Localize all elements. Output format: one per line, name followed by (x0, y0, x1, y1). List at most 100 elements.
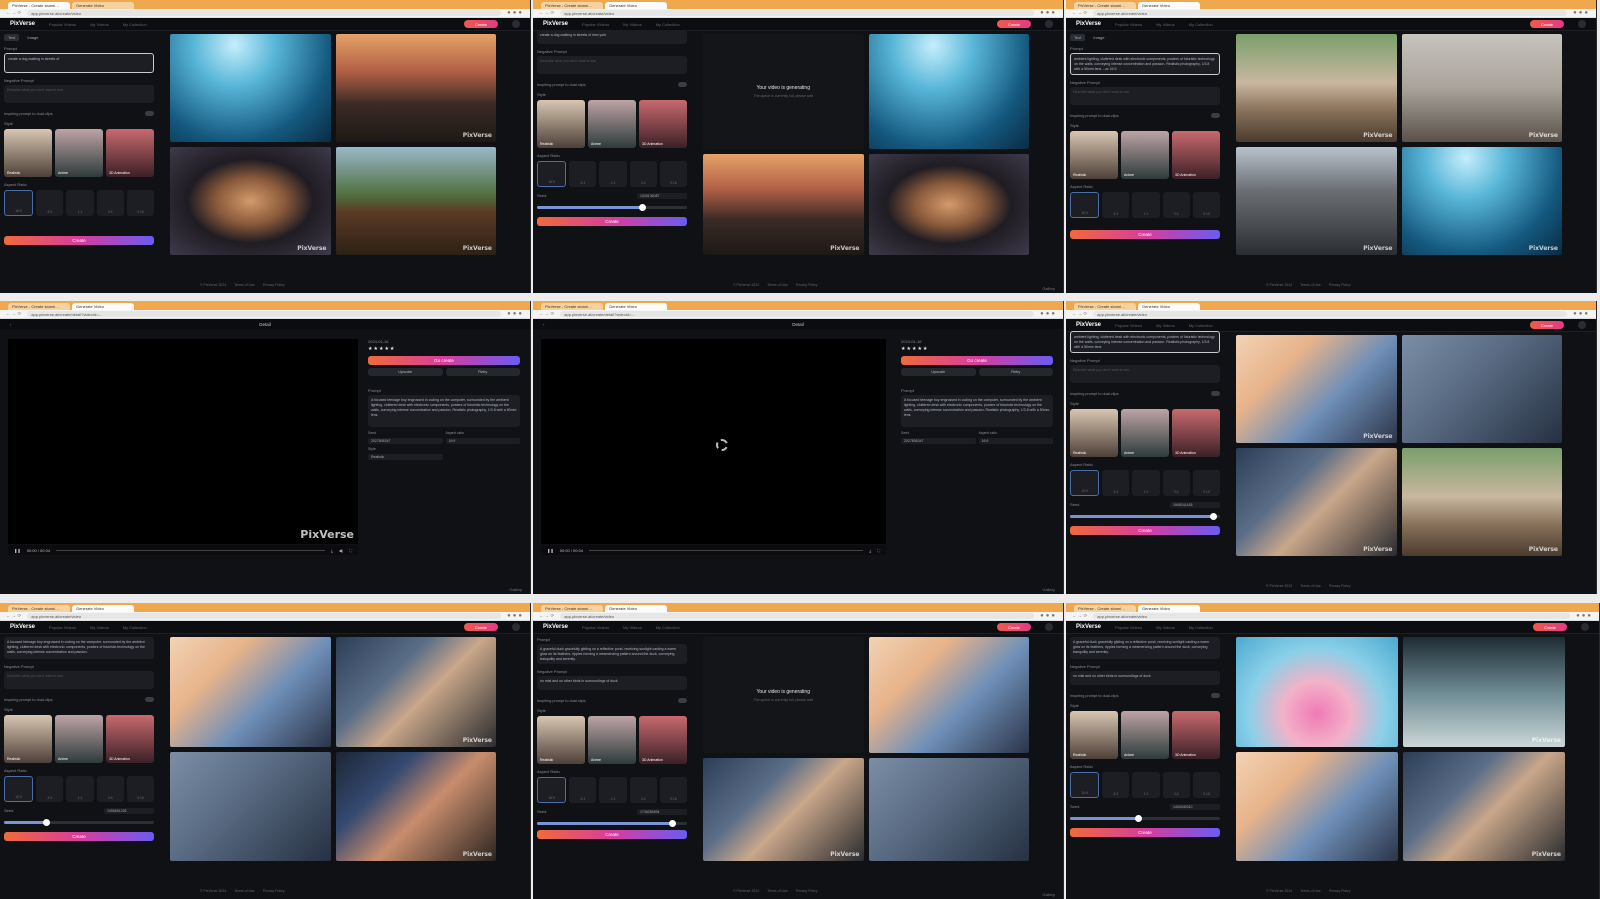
terms-link[interactable]: Terms of Use (1300, 889, 1321, 893)
download-icon[interactable]: ⤓ (331, 548, 333, 553)
video-thumb[interactable] (868, 34, 1029, 149)
create-button[interactable]: Create (464, 623, 498, 631)
ratio-option[interactable]: 9:16 (126, 776, 155, 802)
nav-my-videos[interactable]: My Videos (623, 22, 642, 27)
nav-arrows-icon[interactable]: ← → ⟳ (539, 311, 554, 317)
video-thumb[interactable] (868, 637, 1029, 753)
browser-tab[interactable]: PixVerse - Create stunni… (541, 605, 603, 612)
negative-prompt-input[interactable]: Describe what you don't want to see (4, 85, 154, 103)
generate-button[interactable]: Create (4, 832, 154, 841)
nav-collection[interactable]: My Collection (123, 625, 147, 630)
ratio-option[interactable]: 16:9 (537, 161, 567, 187)
terms-link[interactable]: Terms of Use (234, 283, 255, 287)
nav-my-videos[interactable]: My Videos (623, 625, 642, 630)
style-3d[interactable]: 3D Animation (106, 715, 154, 763)
extensions-icon[interactable]: ●●● (1040, 613, 1057, 619)
style-realistic[interactable]: Realistic (4, 129, 52, 177)
video-thumb[interactable]: PixVerse (335, 34, 496, 142)
extensions-icon[interactable]: ●●● (1573, 311, 1590, 317)
ratio-option[interactable]: 3:4 (96, 190, 124, 216)
inspiring-toggle[interactable] (1211, 113, 1220, 118)
video-thumb[interactable] (868, 758, 1029, 861)
video-thumb[interactable]: PixVerse (703, 758, 864, 861)
video-thumb[interactable] (170, 751, 331, 861)
rating-stars[interactable]: ★★★★★ (368, 346, 520, 352)
nav-popular[interactable]: Popular Videos (49, 625, 76, 630)
fullscreen-icon[interactable]: ⛶ (349, 548, 352, 553)
pixverse-logo[interactable]: PixVerse (10, 21, 35, 27)
url-field[interactable]: app.pixverse.ai/create/video (1093, 10, 1568, 16)
negative-prompt-input[interactable]: no mist and no other birds in surroundin… (1070, 671, 1220, 685)
video-thumb[interactable]: PixVerse (703, 153, 864, 255)
create-button[interactable]: Create (1530, 20, 1564, 28)
browser-tab[interactable]: PixVerse - Create stunni… (1074, 303, 1136, 310)
rating-stars[interactable]: ★★★★★ (901, 346, 1053, 352)
pixverse-logo[interactable]: PixVerse (1076, 21, 1101, 27)
prompt-input[interactable]: create a dog walking in streets of (4, 53, 154, 73)
seed-input[interactable]: 1549241418 (1170, 502, 1220, 508)
style-3d[interactable]: 3D Animation (106, 129, 154, 177)
style-3d[interactable]: 3D Animation (1172, 131, 1220, 179)
video-thumb[interactable] (170, 637, 331, 747)
video-player[interactable]: PixVerse (8, 339, 358, 544)
seed-input[interactable]: 1096651228 (104, 808, 154, 814)
browser-tab[interactable]: Generate Video (1138, 605, 1200, 612)
nav-popular[interactable]: Popular Videos (49, 22, 76, 27)
video-player[interactable] (541, 339, 886, 544)
avatar[interactable] (512, 623, 520, 631)
ratio-option[interactable]: 3:4 (96, 776, 124, 802)
ratio-option[interactable]: 4:3 (36, 190, 64, 216)
style-anime[interactable]: Anime (55, 129, 103, 177)
seed-input[interactable]: 1026136087 (637, 193, 687, 199)
seed-slider[interactable] (1070, 513, 1220, 520)
upscale-button[interactable]: Upscale (368, 368, 443, 376)
video-progress[interactable] (589, 549, 864, 551)
create-button[interactable]: Create (1533, 623, 1567, 631)
extensions-icon[interactable]: ●●● (507, 10, 524, 16)
style-realistic[interactable]: Realistic (537, 100, 585, 148)
terms-link[interactable]: Terms of Use (767, 283, 788, 287)
ratio-option[interactable]: 1:1 (1132, 470, 1160, 496)
ratio-option[interactable]: 4:3 (1102, 192, 1130, 218)
avatar[interactable] (512, 20, 520, 28)
video-thumb[interactable] (1401, 335, 1562, 443)
video-thumb[interactable]: PixVerse (1401, 147, 1562, 255)
nav-arrows-icon[interactable]: ← → ⟳ (6, 613, 21, 619)
prompt-input[interactable]: ambient lighting, cluttered desk with el… (1070, 331, 1220, 353)
video-thumb[interactable]: PixVerse (1236, 147, 1397, 255)
retry-button[interactable]: Retry (978, 368, 1053, 376)
terms-link[interactable]: Terms of Use (234, 889, 255, 893)
create-button[interactable]: Create (997, 20, 1031, 28)
browser-tab[interactable]: PixVerse - Create stunni… (541, 2, 603, 9)
browser-tab[interactable]: PixVerse - Create stunni… (8, 605, 70, 612)
terms-link[interactable]: Terms of Use (767, 889, 788, 893)
style-anime[interactable]: Anime (1121, 409, 1169, 457)
ratio-option[interactable]: 9:16 (659, 777, 688, 803)
pixverse-logo[interactable]: PixVerse (1076, 624, 1101, 630)
ratio-option[interactable]: 9:16 (659, 161, 688, 187)
avatar[interactable] (1045, 20, 1053, 28)
avatar[interactable] (1045, 623, 1053, 631)
ratio-option[interactable]: 3:4 (1162, 192, 1190, 218)
style-3d[interactable]: 3D Animation (639, 100, 687, 148)
video-thumb[interactable]: PixVerse (1401, 34, 1562, 142)
prompt-input[interactable]: create a dog walking in streets of new y… (537, 30, 687, 44)
video-progress[interactable] (56, 549, 325, 551)
nav-arrows-icon[interactable]: ← → ⟳ (6, 311, 21, 317)
video-thumb[interactable]: PixVerse (170, 147, 331, 255)
ratio-option[interactable]: 4:3 (569, 161, 597, 187)
negative-prompt-input[interactable]: Describe what you don't want to see (4, 671, 154, 689)
nav-arrows-icon[interactable]: ← → ⟳ (539, 613, 554, 619)
browser-tab[interactable]: Generate Video (605, 2, 667, 9)
create-button[interactable]: Create (464, 20, 498, 28)
url-field[interactable]: app.pixverse.ai/create/detail?videoId=… (27, 311, 502, 317)
nav-my-videos[interactable]: My Videos (1156, 22, 1175, 27)
privacy-link[interactable]: Privacy Policy (796, 889, 818, 893)
ratio-option[interactable]: 4:3 (569, 777, 597, 803)
ratio-option[interactable]: 9:16 (1192, 470, 1221, 496)
style-3d[interactable]: 3D Animation (639, 716, 687, 764)
go-create-button[interactable]: Go create (368, 356, 520, 365)
seed-slider[interactable] (537, 204, 687, 211)
generate-button[interactable]: Create (1070, 230, 1220, 239)
negative-prompt-input[interactable]: Describe what you don't want to see (1070, 365, 1220, 383)
